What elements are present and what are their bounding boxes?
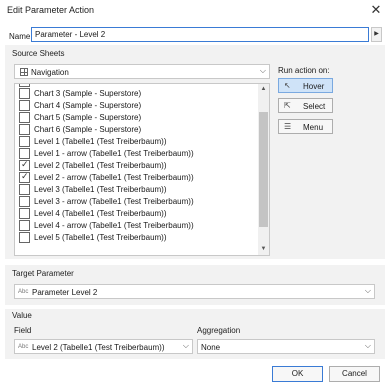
field-label: Field: [14, 326, 32, 335]
string-type-icon: Abc: [18, 344, 29, 350]
aggregation-value: None: [201, 343, 221, 352]
field-dropdown[interactable]: Abc Level 2 (Tabelle1 (Test Treiberbaum)…: [14, 339, 193, 354]
sheet-checkbox[interactable]: ✓: [19, 171, 30, 183]
sheet-label: Level 5 (Tabelle1 (Test Treiberbaum)): [34, 233, 167, 242]
name-input[interactable]: Parameter - Level 2: [31, 27, 369, 42]
sheet-checkbox[interactable]: [19, 220, 30, 231]
sheet-checkbox[interactable]: [19, 232, 30, 243]
sheet-checkbox[interactable]: [19, 148, 30, 159]
chevron-down-icon: ⌵: [182, 341, 189, 350]
dialog-title: Edit Parameter Action: [7, 5, 95, 15]
sheet-label: Level 2 (Tabelle1 (Test Treiberbaum)): [34, 161, 167, 170]
sheet-list-item[interactable]: Level 1 (Tabelle1 (Test Treiberbaum)): [19, 136, 257, 148]
sheet-label: Level 4 (Tabelle1 (Test Treiberbaum)): [34, 209, 167, 218]
sheet-list-scrollbar[interactable]: ▲ ▼: [258, 84, 269, 255]
select-button-label: Select: [303, 102, 326, 111]
sheet-label: Level 1 (Tabelle1 (Test Treiberbaum)): [34, 137, 167, 146]
sheet-list-item[interactable]: ✓ Level 2 - arrow (Tabelle1 (Test Treibe…: [19, 171, 257, 184]
name-insert-arrow-button[interactable]: ▶: [371, 27, 382, 42]
sheet-checkbox[interactable]: [19, 136, 30, 147]
title-bar: Edit Parameter Action ✕: [0, 0, 390, 22]
field-value: Level 2 (Tabelle1 (Test Treiberbaum)): [32, 343, 165, 352]
sheet-checkbox[interactable]: [19, 124, 30, 135]
sheet-list-item[interactable]: Level 3 - arrow (Tabelle1 (Test Treiberb…: [19, 196, 257, 208]
scroll-up-icon[interactable]: ▲: [258, 84, 269, 95]
string-type-icon: Abc: [18, 289, 29, 295]
sheet-checkbox[interactable]: [19, 100, 30, 111]
source-sheets-label: Source Sheets: [12, 49, 65, 58]
target-parameter-dropdown[interactable]: Abc Parameter Level 2 ⌵: [14, 284, 375, 299]
cancel-button[interactable]: Cancel: [329, 366, 380, 382]
value-label: Value: [12, 311, 32, 320]
menu-icon: ☰: [284, 122, 292, 131]
dashboard-grid-icon: [20, 68, 28, 76]
sheet-list-item[interactable]: Level 4 (Tabelle1 (Test Treiberbaum)): [19, 208, 257, 220]
target-parameter-value: Parameter Level 2: [32, 288, 98, 297]
sheet-list-item[interactable]: ✓ Level 2 (Tabelle1 (Test Treiberbaum)): [19, 159, 257, 172]
sheet-checkbox[interactable]: [19, 196, 30, 207]
target-parameter-label: Target Parameter: [12, 269, 74, 278]
menu-button-label: Menu: [303, 123, 324, 132]
sheet-label: Chart 6 (Sample - Superstore): [34, 125, 142, 134]
sheet-list-item[interactable]: Chart 6 (Sample - Superstore): [19, 124, 257, 136]
chevron-down-icon: ⌵: [364, 341, 371, 350]
sheet-list: Chart 3 (Sample - Superstore) Chart 4 (S…: [14, 83, 270, 256]
hover-button-label: Hover: [303, 82, 325, 91]
select-button[interactable]: ⇱ Select: [278, 98, 333, 113]
pointer-icon: ↖: [284, 81, 291, 90]
sheet-checkbox[interactable]: [19, 112, 30, 123]
sheet-label: Level 1 - arrow (Tabelle1 (Test Treiberb…: [34, 149, 194, 158]
run-action-label: Run action on:: [278, 66, 330, 75]
chevron-right-icon: ▶: [374, 31, 379, 37]
chevron-down-icon: ⌵: [259, 66, 266, 75]
sheet-list-item[interactable]: Chart 3 (Sample - Superstore): [19, 88, 257, 100]
click-icon: ⇱: [284, 101, 291, 110]
source-sheet-dropdown-value: Navigation: [31, 68, 69, 77]
aggregation-label: Aggregation: [197, 326, 241, 335]
aggregation-dropdown[interactable]: None ⌵: [197, 339, 375, 354]
sheet-label: Level 3 (Tabelle1 (Test Treiberbaum)): [34, 185, 167, 194]
ok-button[interactable]: OK: [272, 366, 323, 382]
scroll-down-icon[interactable]: ▼: [258, 244, 269, 255]
name-label: Name:: [9, 32, 33, 41]
chevron-down-icon: ⌵: [364, 286, 371, 295]
sheet-checkbox[interactable]: [19, 88, 30, 99]
sheet-label: Chart 4 (Sample - Superstore): [34, 101, 142, 110]
sheet-list-item[interactable]: Level 1 - arrow (Tabelle1 (Test Treiberb…: [19, 148, 257, 160]
sheet-label: Level 2 - arrow (Tabelle1 (Test Treiberb…: [34, 173, 194, 182]
sheet-label: Chart 3 (Sample - Superstore): [34, 89, 142, 98]
close-icon[interactable]: ✕: [368, 2, 384, 18]
sheet-checkbox[interactable]: [19, 84, 30, 87]
sheet-list-item[interactable]: Level 3 (Tabelle1 (Test Treiberbaum)): [19, 184, 257, 196]
sheet-list-item[interactable]: Level 5 (Tabelle1 (Test Treiberbaum)): [19, 232, 257, 244]
sheet-list-item[interactable]: Chart 5 (Sample - Superstore): [19, 112, 257, 124]
sheet-list-item[interactable]: Chart 4 (Sample - Superstore): [19, 100, 257, 112]
sheet-list-item[interactable]: Level 4 - arrow (Tabelle1 (Test Treiberb…: [19, 220, 257, 232]
checkmark-icon: ✓: [21, 159, 29, 169]
sheet-label: Level 4 - arrow (Tabelle1 (Test Treiberb…: [34, 221, 194, 230]
checkmark-icon: ✓: [21, 171, 29, 181]
sheet-label: Chart 5 (Sample - Superstore): [34, 113, 142, 122]
scrollbar-thumb[interactable]: [259, 112, 268, 227]
sheet-checkbox[interactable]: [19, 184, 30, 195]
sheet-checkbox[interactable]: [19, 208, 30, 219]
source-sheet-dropdown[interactable]: Navigation ⌵: [14, 64, 270, 79]
menu-button[interactable]: ☰ Menu: [278, 119, 333, 134]
sheet-label: Level 3 - arrow (Tabelle1 (Test Treiberb…: [34, 197, 194, 206]
sheet-checkbox[interactable]: ✓: [19, 159, 30, 171]
hover-button[interactable]: ↖ Hover: [278, 78, 333, 93]
